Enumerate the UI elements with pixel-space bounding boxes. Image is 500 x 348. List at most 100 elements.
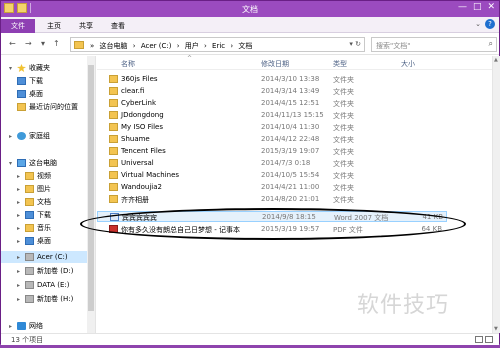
close-button[interactable]: ✕ bbox=[487, 2, 495, 12]
sidebar-item-homegroup[interactable]: ▸ 家庭组 bbox=[9, 130, 50, 142]
table-row[interactable]: Virtual Machines 2014/10/5 15:54 文件夹 bbox=[97, 170, 447, 181]
table-row[interactable]: CyberLink 2014/4/15 12:51 文件夹 bbox=[97, 98, 447, 109]
ribbon-expand-icon[interactable]: ⌄ bbox=[475, 20, 481, 28]
sidebar-item-documents[interactable]: ▸ 文档 bbox=[17, 196, 51, 208]
search-box[interactable]: 搜索"文档" ⌕ bbox=[371, 37, 497, 52]
breadcrumb-overflow[interactable]: » bbox=[90, 42, 94, 50]
sidebar-item-acer-c[interactable]: ▸ Acer (C:) bbox=[1, 251, 87, 263]
expand-icon[interactable]: ▸ bbox=[9, 131, 17, 143]
table-row[interactable]: Shuame 2014/4/12 22:48 文件夹 bbox=[97, 134, 447, 145]
file-date: 2014/3/14 13:49 bbox=[261, 87, 320, 95]
scroll-down-icon[interactable]: ▼ bbox=[494, 326, 498, 332]
expand-icon[interactable]: ▸ bbox=[17, 280, 25, 292]
expand-icon[interactable]: ▸ bbox=[9, 321, 17, 333]
sidebar-item-downloads-pc[interactable]: ▸ 下载 bbox=[17, 209, 51, 221]
highlight-ellipse bbox=[80, 208, 466, 240]
table-row[interactable]: 齐齐相册 2014/8/20 21:01 文件夹 bbox=[97, 194, 447, 205]
collapse-icon[interactable]: ▾ bbox=[9, 63, 17, 75]
expand-icon[interactable]: ▸ bbox=[17, 236, 25, 248]
sidebar-item-drive-e[interactable]: ▸ DATA (E:) bbox=[17, 279, 70, 291]
tab-view[interactable]: 查看 bbox=[103, 19, 133, 33]
breadcrumb-this-pc[interactable]: 这台电脑 bbox=[100, 42, 128, 50]
sidebar-scrollbar[interactable] bbox=[87, 56, 95, 333]
sidebar-item-network[interactable]: ▸ 网络 bbox=[9, 320, 43, 332]
search-input[interactable]: 搜索"文档" bbox=[376, 41, 410, 51]
column-name[interactable]: 名称 bbox=[121, 59, 135, 69]
search-icon[interactable]: ⌕ bbox=[489, 39, 493, 49]
column-size[interactable]: 大小 bbox=[401, 59, 415, 69]
sidebar-item-label: 视频 bbox=[37, 172, 51, 180]
expand-icon[interactable]: ▸ bbox=[17, 197, 25, 209]
file-type: 文件夹 bbox=[333, 100, 354, 108]
maximize-button[interactable]: □ bbox=[473, 2, 482, 12]
minimize-button[interactable]: — bbox=[458, 2, 467, 12]
refresh-icon[interactable]: ↻ bbox=[355, 40, 361, 48]
drive-icon bbox=[25, 267, 34, 275]
table-row[interactable]: Tencent Files 2015/3/19 19:07 文件夹 bbox=[97, 146, 447, 157]
table-row[interactable]: JDdongdong 2014/11/13 15:15 文件夹 bbox=[97, 110, 447, 121]
up-button[interactable]: ↑ bbox=[53, 39, 60, 48]
breadcrumb-acer-c[interactable]: Acer (C:) bbox=[141, 42, 172, 50]
sidebar-item-favorites[interactable]: ▾ 收藏夹 bbox=[9, 62, 50, 74]
address-dropdown-icon[interactable]: ▾ bbox=[349, 40, 353, 48]
sidebar-item-pictures[interactable]: ▸ 图片 bbox=[17, 183, 51, 195]
sidebar-item-drive-h[interactable]: ▸ 新加卷 (H:) bbox=[17, 293, 73, 305]
folder-icon bbox=[109, 75, 118, 83]
column-type[interactable]: 类型 bbox=[333, 59, 347, 69]
sidebar-item-desktop[interactable]: 桌面 bbox=[17, 88, 43, 100]
videos-icon bbox=[25, 172, 34, 180]
breadcrumb-separator[interactable]: › bbox=[204, 42, 207, 50]
file-name: Shuame bbox=[121, 135, 150, 143]
sidebar-item-desktop-pc[interactable]: ▸ 桌面 bbox=[17, 235, 51, 247]
expand-icon[interactable]: ▸ bbox=[17, 184, 25, 196]
scrollbar-thumb[interactable] bbox=[88, 65, 94, 311]
expand-icon[interactable]: ▸ bbox=[17, 171, 25, 183]
help-icon[interactable]: ? bbox=[485, 19, 495, 29]
drive-icon bbox=[25, 281, 34, 289]
sidebar-item-recent[interactable]: 最近访问的位置 bbox=[17, 101, 78, 113]
recent-locations-button[interactable]: ▾ bbox=[41, 39, 45, 48]
file-list-scrollbar[interactable]: ▲ ▼ bbox=[492, 56, 500, 333]
computer-icon bbox=[17, 159, 26, 167]
tab-file[interactable]: 文件 bbox=[1, 19, 35, 33]
file-date: 2014/4/12 22:48 bbox=[261, 135, 320, 143]
table-row[interactable]: My ISO Files 2014/10/4 11:30 文件夹 bbox=[97, 122, 447, 133]
table-row[interactable]: Universal 2014/7/3 0:18 文件夹 bbox=[97, 158, 447, 169]
expand-icon[interactable]: ▸ bbox=[17, 266, 25, 278]
breadcrumb-separator[interactable]: › bbox=[177, 42, 180, 50]
address-bar[interactable]: » 这台电脑 › Acer (C:) › 用户 › Eric › 文档 ▾ ↻ bbox=[70, 37, 365, 52]
expand-icon[interactable]: ▸ bbox=[17, 223, 25, 235]
sidebar-item-label: 网络 bbox=[29, 322, 43, 330]
large-icons-view-icon[interactable] bbox=[485, 336, 493, 343]
file-date: 2014/4/21 11:00 bbox=[261, 183, 320, 191]
sidebar-item-this-pc[interactable]: ▾ 这台电脑 bbox=[9, 157, 57, 169]
breadcrumb-separator[interactable]: › bbox=[133, 42, 136, 50]
expand-icon[interactable]: ▸ bbox=[17, 294, 25, 306]
sidebar-item-videos[interactable]: ▸ 视频 bbox=[17, 170, 51, 182]
breadcrumb-users[interactable]: 用户 bbox=[185, 42, 199, 50]
file-type: 文件夹 bbox=[333, 136, 354, 144]
file-date: 2014/10/4 11:30 bbox=[261, 123, 320, 131]
sidebar-item-downloads[interactable]: 下载 bbox=[17, 75, 43, 87]
breadcrumb-eric[interactable]: Eric bbox=[212, 42, 225, 50]
forward-button[interactable]: → bbox=[25, 39, 32, 48]
tab-home[interactable]: 主页 bbox=[39, 19, 69, 33]
breadcrumb-documents[interactable]: 文档 bbox=[238, 42, 252, 50]
folder-icon bbox=[109, 195, 118, 203]
file-type: 文件夹 bbox=[333, 196, 354, 204]
breadcrumb-separator[interactable]: › bbox=[230, 42, 233, 50]
table-row[interactable]: 360js Files 2014/3/10 13:38 文件夹 bbox=[97, 74, 447, 85]
sidebar-item-music[interactable]: ▸ 音乐 bbox=[17, 222, 51, 234]
back-button[interactable]: ← bbox=[9, 39, 16, 48]
table-row[interactable]: Wandoujia2 2014/4/21 11:00 文件夹 bbox=[97, 182, 447, 193]
collapse-icon[interactable]: ▾ bbox=[9, 158, 17, 170]
details-view-icon[interactable] bbox=[475, 336, 483, 343]
expand-icon[interactable]: ▸ bbox=[17, 210, 25, 222]
scroll-up-icon[interactable]: ▲ bbox=[494, 57, 498, 63]
sidebar-item-drive-d[interactable]: ▸ 新加卷 (D:) bbox=[17, 265, 73, 277]
tab-share[interactable]: 共享 bbox=[71, 19, 101, 33]
table-row[interactable]: clear.fi 2014/3/14 13:49 文件夹 bbox=[97, 86, 447, 97]
column-headers: ^ 名称 修改日期 类型 大小 bbox=[97, 55, 500, 70]
column-date-modified[interactable]: 修改日期 bbox=[261, 59, 289, 69]
expand-icon[interactable]: ▸ bbox=[17, 252, 25, 264]
